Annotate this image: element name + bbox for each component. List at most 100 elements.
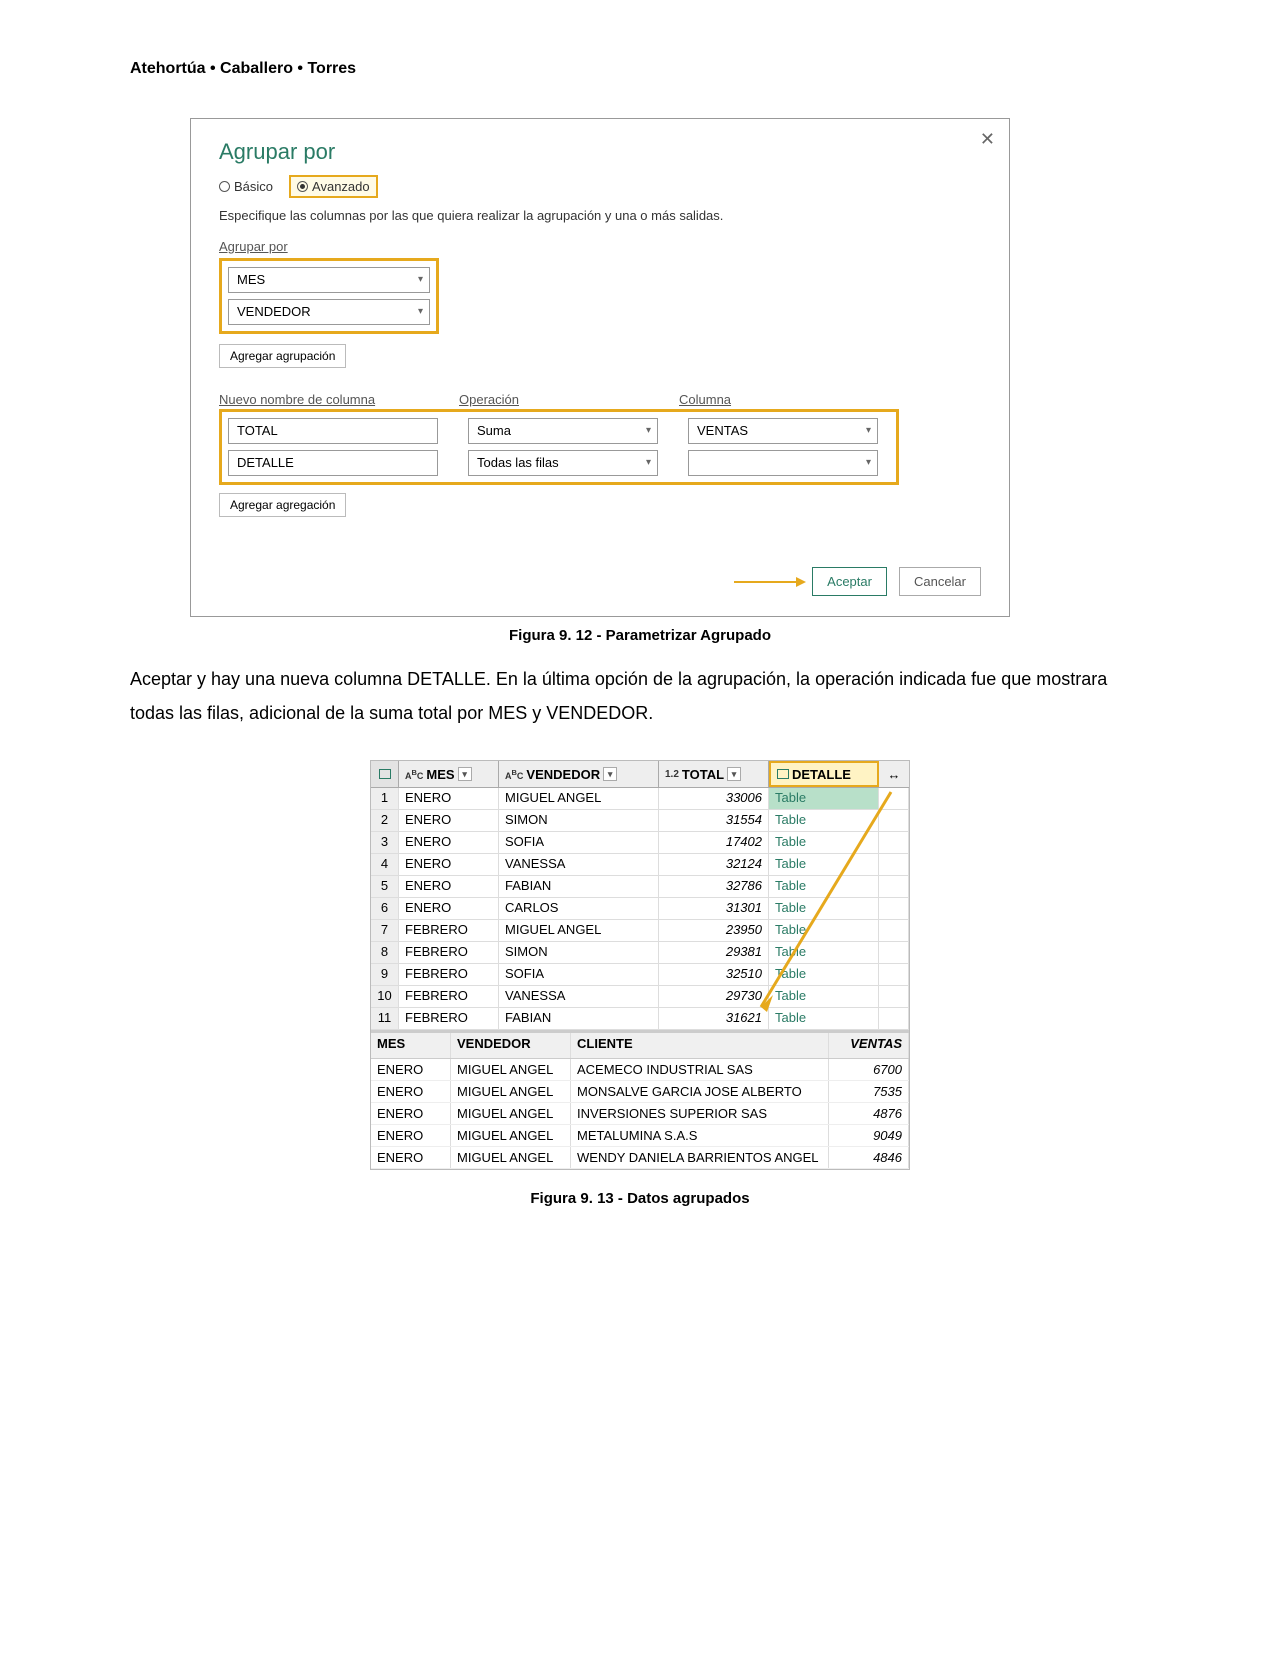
header-mes-label: MES (426, 767, 454, 782)
cell-vendedor: VANESSA (499, 986, 659, 1007)
table-icon (379, 769, 391, 779)
table-row[interactable]: 1ENEROMIGUEL ANGEL33006Table (371, 788, 909, 810)
row-number: 3 (371, 832, 399, 853)
detail-cell-ventas: 9049 (829, 1125, 909, 1146)
cell-total: 29730 (659, 986, 769, 1007)
agg-name-input[interactable]: TOTAL (228, 418, 438, 444)
agg-name-input[interactable]: DETALLE (228, 450, 438, 476)
filter-dropdown-icon[interactable]: ▾ (458, 767, 472, 781)
detail-cell-vendedor: MIGUEL ANGEL (451, 1103, 571, 1124)
cell-expand (879, 920, 909, 941)
row-number: 9 (371, 964, 399, 985)
cell-detalle[interactable]: Table (769, 1008, 879, 1029)
body-paragraph: Aceptar y hay una nueva columna DETALLE.… (130, 662, 1150, 730)
filter-dropdown-icon[interactable]: ▾ (603, 767, 617, 781)
cell-expand (879, 810, 909, 831)
detail-cell-vendedor: MIGUEL ANGEL (451, 1081, 571, 1102)
cell-mes: ENERO (399, 788, 499, 809)
cell-vendedor: SIMON (499, 810, 659, 831)
header-ven-label: VENDEDOR (526, 767, 600, 782)
table-row[interactable]: 5ENEROFABIAN32786Table (371, 876, 909, 898)
table-row[interactable]: 6ENEROCARLOS31301Table (371, 898, 909, 920)
cell-detalle[interactable]: Table (769, 810, 879, 831)
cell-total: 31554 (659, 810, 769, 831)
col-column-label: Columna (679, 392, 869, 407)
row-number: 10 (371, 986, 399, 1007)
cell-detalle[interactable]: Table (769, 986, 879, 1007)
agg-col-select[interactable] (688, 450, 878, 476)
filter-dropdown-icon[interactable]: ▾ (727, 767, 741, 781)
close-icon[interactable]: ✕ (980, 129, 995, 150)
detail-cell-vendedor: MIGUEL ANGEL (451, 1059, 571, 1080)
cell-vendedor: MIGUEL ANGEL (499, 920, 659, 941)
cancel-button[interactable]: Cancelar (899, 567, 981, 596)
table-row[interactable]: 11FEBREROFABIAN31621Table (371, 1008, 909, 1030)
agg-col-select[interactable]: VENTAS (688, 418, 878, 444)
cell-vendedor: SOFIA (499, 832, 659, 853)
detail-cell-mes: ENERO (371, 1125, 451, 1146)
dialog-title: Agrupar por (219, 139, 981, 165)
table-row[interactable]: 9FEBREROSOFIA32510Table (371, 964, 909, 986)
cell-mes: FEBRERO (399, 942, 499, 963)
table-row[interactable]: 2ENEROSIMON31554Table (371, 810, 909, 832)
agg-op-select[interactable]: Todas las filas (468, 450, 658, 476)
cell-detalle[interactable]: Table (769, 942, 879, 963)
cell-detalle[interactable]: Table (769, 964, 879, 985)
cell-detalle[interactable]: Table (769, 832, 879, 853)
cell-mes: ENERO (399, 854, 499, 875)
table-corner-icon[interactable] (371, 761, 399, 787)
radio-advanced[interactable]: Avanzado (289, 175, 378, 198)
group-field-1-select[interactable]: MES (228, 267, 430, 293)
cell-detalle[interactable]: Table (769, 876, 879, 897)
row-number: 2 (371, 810, 399, 831)
cell-detalle[interactable]: Table (769, 898, 879, 919)
cell-detalle[interactable]: Table (769, 854, 879, 875)
radio-advanced-label: Avanzado (312, 179, 370, 194)
agg-op-select[interactable]: Suma (468, 418, 658, 444)
table-row[interactable]: 8FEBREROSIMON29381Table (371, 942, 909, 964)
cell-detalle[interactable]: Table (769, 920, 879, 941)
detail-row: ENEROMIGUEL ANGELMONSALVE GARCIA JOSE AL… (371, 1081, 909, 1103)
add-aggregation-button[interactable]: Agregar agregación (219, 493, 346, 517)
row-number: 6 (371, 898, 399, 919)
column-header-mes[interactable]: ABC MES ▾ (399, 761, 499, 787)
dialog-description: Especifique las columnas por las que qui… (219, 208, 981, 223)
expand-column-button[interactable]: ↔ (879, 761, 909, 787)
radio-basic[interactable]: Básico (219, 179, 273, 194)
cell-detalle[interactable]: Table (769, 788, 879, 809)
cell-mes: FEBRERO (399, 1008, 499, 1029)
detail-cell-cliente: INVERSIONES SUPERIOR SAS (571, 1103, 829, 1124)
table-row[interactable]: 4ENEROVANESSA32124Table (371, 854, 909, 876)
cell-total: 32124 (659, 854, 769, 875)
column-header-vendedor[interactable]: ABC VENDEDOR ▾ (499, 761, 659, 787)
detail-cell-vendedor: MIGUEL ANGEL (451, 1147, 571, 1168)
row-number: 5 (371, 876, 399, 897)
cell-total: 23950 (659, 920, 769, 941)
detail-header-ventas: VENTAS (829, 1033, 909, 1058)
detail-row: ENEROMIGUEL ANGELMETALUMINA S.A.S9049 (371, 1125, 909, 1147)
cell-mes: ENERO (399, 832, 499, 853)
table-row[interactable]: 10FEBREROVANESSA29730Table (371, 986, 909, 1008)
accept-button[interactable]: Aceptar (812, 567, 887, 596)
group-field-2-select[interactable]: VENDEDOR (228, 299, 430, 325)
radio-basic-label: Básico (234, 179, 273, 194)
table-row[interactable]: 3ENEROSOFIA17402Table (371, 832, 909, 854)
group-by-fields-highlight: MES VENDEDOR (219, 258, 439, 334)
cell-total: 31301 (659, 898, 769, 919)
column-header-total[interactable]: 1.2 TOTAL ▾ (659, 761, 769, 787)
detail-header-cliente: CLIENTE (571, 1033, 829, 1058)
cell-total: 33006 (659, 788, 769, 809)
detail-cell-mes: ENERO (371, 1059, 451, 1080)
cell-vendedor: SIMON (499, 942, 659, 963)
aggregation-row: TOTAL Suma VENTAS (228, 418, 890, 444)
aggregation-highlight: TOTAL Suma VENTAS DETALLE Todas las fila… (219, 409, 899, 485)
result-table: ABC MES ▾ ABC VENDEDOR ▾ 1.2 TOTAL ▾ DET… (370, 760, 910, 1170)
number-type-icon: 1.2 (665, 769, 679, 780)
aggregation-row: DETALLE Todas las filas (228, 450, 890, 476)
cell-mes: ENERO (399, 810, 499, 831)
cell-mes: FEBRERO (399, 920, 499, 941)
table-row[interactable]: 7FEBREROMIGUEL ANGEL23950Table (371, 920, 909, 942)
column-header-detalle[interactable]: DETALLE (769, 761, 879, 787)
add-grouping-button[interactable]: Agregar agrupación (219, 344, 346, 368)
cell-total: 17402 (659, 832, 769, 853)
